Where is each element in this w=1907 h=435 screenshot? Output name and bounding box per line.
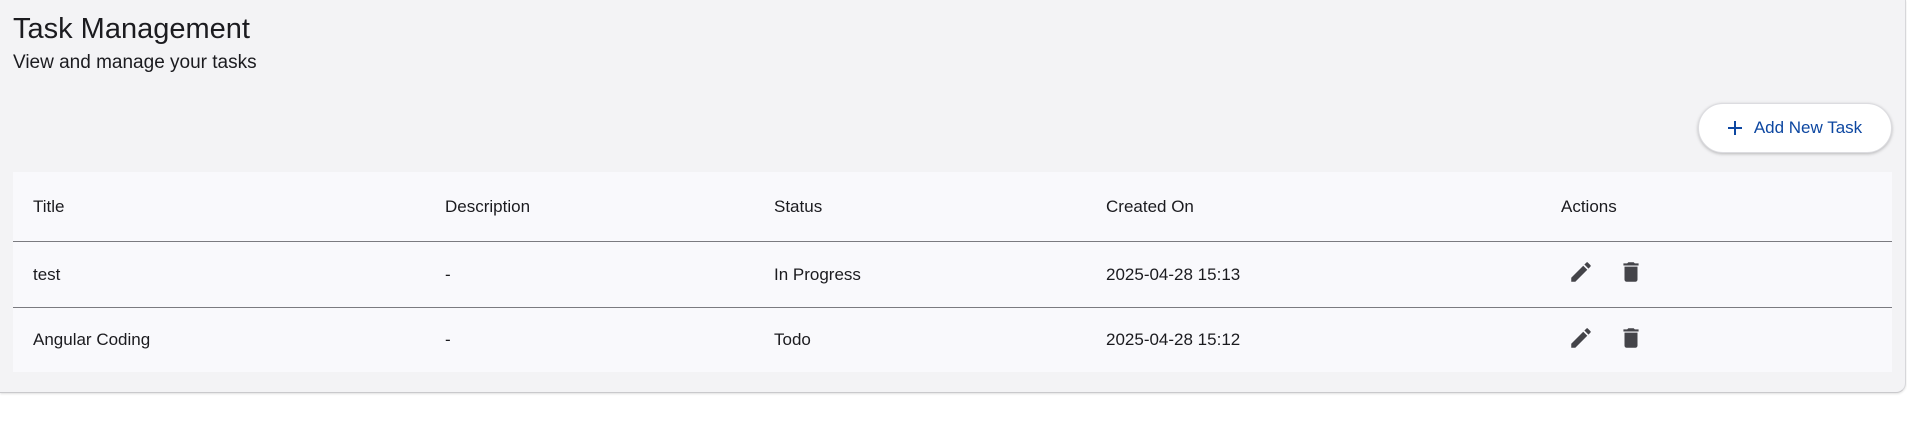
column-header-title[interactable]: Title bbox=[33, 172, 65, 241]
table-row[interactable]: Angular Coding - Todo 2025-04-28 15:12 bbox=[13, 308, 1892, 372]
column-header-created-on[interactable]: Created On bbox=[1106, 172, 1194, 241]
task-created-on: 2025-04-28 15:12 bbox=[1106, 330, 1241, 349]
column-header-status[interactable]: Status bbox=[774, 172, 822, 241]
edit-button[interactable] bbox=[1566, 325, 1596, 355]
row-actions bbox=[1566, 242, 1646, 307]
delete-button[interactable] bbox=[1616, 325, 1646, 355]
table-row[interactable]: test - In Progress 2025-04-28 15:13 bbox=[13, 242, 1892, 308]
task-description: - bbox=[445, 330, 451, 349]
task-status: Todo bbox=[774, 330, 811, 349]
row-actions bbox=[1566, 308, 1646, 372]
add-new-task-label: Add New Task bbox=[1753, 118, 1863, 137]
page-subtitle: View and manage your tasks bbox=[13, 52, 257, 73]
trash-icon bbox=[1618, 325, 1644, 356]
delete-button[interactable] bbox=[1616, 260, 1646, 290]
edit-button[interactable] bbox=[1566, 260, 1596, 290]
pencil-icon bbox=[1568, 325, 1594, 356]
pencil-icon bbox=[1568, 259, 1594, 290]
task-management-panel: Task Management View and manage your tas… bbox=[0, 0, 1906, 393]
page-title: Task Management bbox=[13, 13, 250, 45]
column-header-description[interactable]: Description bbox=[445, 172, 530, 241]
task-created-on: 2025-04-28 15:13 bbox=[1106, 264, 1241, 284]
task-title: test bbox=[33, 264, 61, 284]
tasks-table: Title Description Status Created On Acti… bbox=[13, 172, 1892, 372]
plus-icon bbox=[1727, 121, 1742, 135]
add-new-task-button[interactable]: Add New Task bbox=[1698, 103, 1892, 153]
task-description: - bbox=[445, 264, 451, 284]
trash-icon bbox=[1618, 259, 1644, 290]
task-title: Angular Coding bbox=[33, 330, 151, 349]
column-header-actions: Actions bbox=[1561, 196, 1617, 216]
table-header-row: Title Description Status Created On Acti… bbox=[13, 172, 1892, 242]
task-status: In Progress bbox=[774, 264, 861, 284]
